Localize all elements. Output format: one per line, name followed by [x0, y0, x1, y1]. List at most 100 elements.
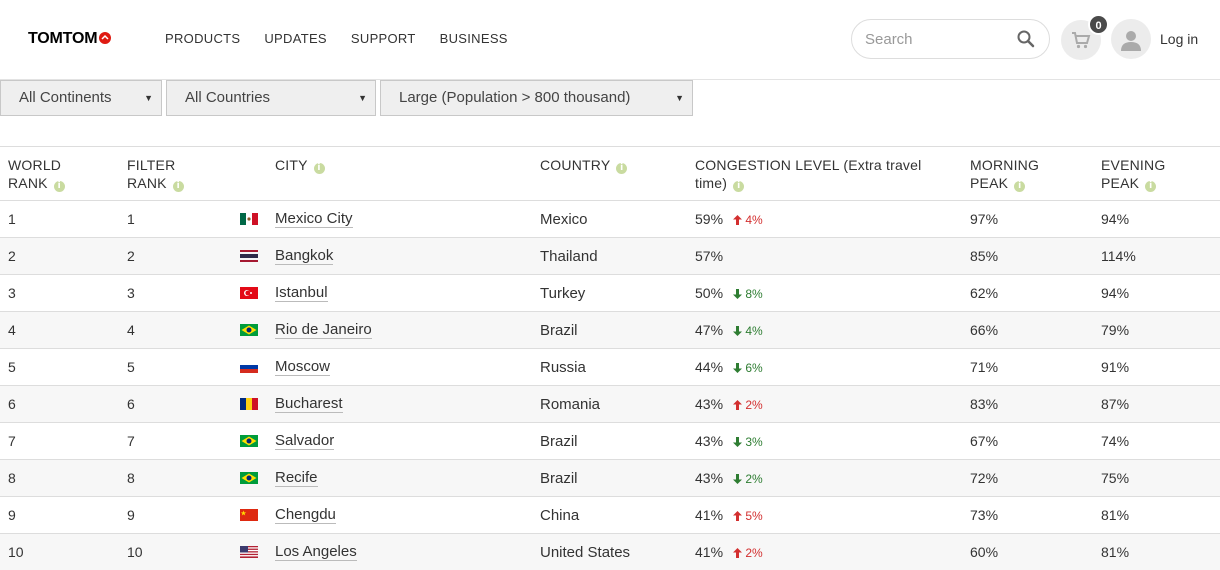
evening-peak-cell: 94% — [1101, 211, 1130, 227]
nav-updates[interactable]: UPDATES — [264, 31, 327, 46]
header-congestion-level[interactable]: CONGESTION LEVEL (Extra travel time) i — [695, 156, 921, 192]
congestion-cell: 43% 3% — [695, 433, 763, 449]
filter-rank-cell: 4 — [127, 322, 135, 338]
table-row: 8 8 Recife Brazil 43% 2% 72% 75% — [0, 460, 1220, 497]
nav-business[interactable]: BUSINESS — [440, 31, 508, 46]
morning-peak-cell: 60% — [970, 544, 999, 560]
congestion-cell: 41% 2% — [695, 544, 763, 560]
nav-support[interactable]: SUPPORT — [351, 31, 416, 46]
evening-peak-cell: 91% — [1101, 359, 1130, 375]
world-rank-cell: 3 — [8, 285, 16, 301]
header-morning-peak[interactable]: MORNING PEAK i — [970, 156, 1039, 192]
congestion-cell: 47% 4% — [695, 322, 763, 338]
header-evening-peak[interactable]: EVENING PEAK i — [1101, 156, 1165, 192]
info-icon[interactable]: i — [1014, 181, 1026, 192]
congestion-change: 5% — [733, 509, 763, 523]
evening-peak-cell: 94% — [1101, 285, 1130, 301]
city-link[interactable]: Salvador — [275, 433, 335, 450]
congestion-value: 43% — [695, 470, 724, 486]
congestion-change: 3% — [733, 435, 763, 449]
change-value: 6% — [745, 361, 763, 375]
city-link[interactable]: Bangkok — [275, 248, 334, 265]
info-icon[interactable]: i — [616, 163, 628, 174]
congestion-change: 2% — [733, 398, 763, 412]
flag-br-icon — [240, 472, 258, 484]
congestion-value: 41% — [695, 544, 724, 560]
country-cell: Brazil — [540, 322, 578, 339]
congestion-cell: 43% 2% — [695, 396, 763, 412]
info-icon[interactable]: i — [733, 181, 745, 192]
morning-peak-cell: 62% — [970, 285, 999, 301]
user-avatar[interactable] — [1111, 19, 1151, 59]
city-link[interactable]: Mexico City — [275, 211, 353, 228]
world-rank-cell: 6 — [8, 396, 16, 412]
country-cell: Brazil — [540, 470, 578, 487]
morning-peak-cell: 66% — [970, 322, 999, 338]
evening-peak-cell: 81% — [1101, 507, 1130, 523]
world-rank-cell: 4 — [8, 322, 16, 338]
arrow-up-icon — [733, 398, 743, 412]
arrow-up-icon — [733, 213, 743, 227]
country-cell: Turkey — [540, 285, 586, 302]
congestion-value: 59% — [695, 211, 724, 227]
change-value: 4% — [745, 324, 763, 338]
site-header: TOMTOM PRODUCTS UPDATES SUPPORT BUSINESS… — [0, 0, 1220, 80]
change-value: 8% — [745, 287, 763, 301]
congestion-value: 47% — [695, 322, 724, 338]
filter-rank-cell: 2 — [127, 248, 135, 264]
congestion-cell: 44% 6% — [695, 359, 763, 375]
table-header: WORLD RANK i FILTER RANK i CITY i COUNTR… — [0, 147, 1220, 201]
nav-products[interactable]: PRODUCTS — [165, 31, 240, 46]
change-value: 2% — [745, 472, 763, 486]
dropdown-arrow-icon: ▼ — [358, 93, 367, 103]
arrow-up-icon — [733, 546, 743, 560]
cart-count-badge: 0 — [1088, 14, 1109, 35]
header-city[interactable]: CITY i — [275, 156, 325, 174]
city-link[interactable]: Recife — [275, 470, 318, 487]
city-link[interactable]: Chengdu — [275, 507, 336, 524]
filter-rank-cell: 3 — [127, 285, 135, 301]
country-select[interactable]: All Countries ▼ — [166, 80, 376, 116]
arrow-down-icon — [733, 435, 743, 449]
login-link[interactable]: Log in — [1160, 31, 1198, 47]
continent-select[interactable]: All Continents ▼ — [0, 80, 162, 116]
flag-us-icon — [240, 546, 258, 558]
dropdown-arrow-icon: ▼ — [144, 93, 153, 103]
evening-peak-cell: 79% — [1101, 322, 1130, 338]
table-body: 1 1 Mexico City Mexico 59% 4% 97% 94% 2 2 Bangkok… — [0, 201, 1220, 570]
tomtom-logo[interactable]: TOMTOM — [28, 30, 112, 48]
arrow-down-icon — [733, 287, 743, 301]
country-cell: Thailand — [540, 248, 598, 265]
info-icon[interactable]: i — [313, 163, 325, 174]
morning-peak-cell: 67% — [970, 433, 999, 449]
congestion-value: 57% — [695, 248, 724, 264]
search-input[interactable] — [865, 29, 1005, 49]
evening-peak-cell: 87% — [1101, 396, 1130, 412]
city-link[interactable]: Los Angeles — [275, 544, 357, 561]
world-rank-cell: 2 — [8, 248, 16, 264]
header-world-rank[interactable]: WORLD RANK i — [8, 156, 65, 192]
congestion-value: 43% — [695, 433, 724, 449]
header-filter-rank[interactable]: FILTER RANK i — [127, 156, 184, 192]
filter-rank-cell: 10 — [127, 544, 143, 560]
info-icon[interactable]: i — [172, 181, 184, 192]
table-row: 4 4 Rio de Janeiro Brazil 47% 4% 66% 79% — [0, 312, 1220, 349]
city-link[interactable]: Moscow — [275, 359, 331, 376]
size-select[interactable]: Large (Population > 800 thousand) ▼ — [380, 80, 693, 116]
world-rank-cell: 1 — [8, 211, 16, 227]
info-icon[interactable]: i — [53, 181, 65, 192]
city-link[interactable]: Bucharest — [275, 396, 343, 413]
city-link[interactable]: Rio de Janeiro — [275, 322, 372, 339]
change-value: 5% — [745, 509, 763, 523]
congestion-change: 4% — [733, 324, 763, 338]
congestion-change: 8% — [733, 287, 763, 301]
congestion-cell: 43% 2% — [695, 470, 763, 486]
city-link[interactable]: Istanbul — [275, 285, 328, 302]
table-row: 10 10 Los Angeles United States 41% 2% 60% 81% — [0, 534, 1220, 570]
search-icon[interactable] — [1017, 30, 1035, 48]
dropdown-arrow-icon: ▼ — [675, 93, 684, 103]
header-country[interactable]: COUNTRY i — [540, 156, 628, 174]
logo-text: TOMTOM — [28, 30, 98, 47]
congestion-cell: 50% 8% — [695, 285, 763, 301]
info-icon[interactable]: i — [1145, 181, 1157, 192]
